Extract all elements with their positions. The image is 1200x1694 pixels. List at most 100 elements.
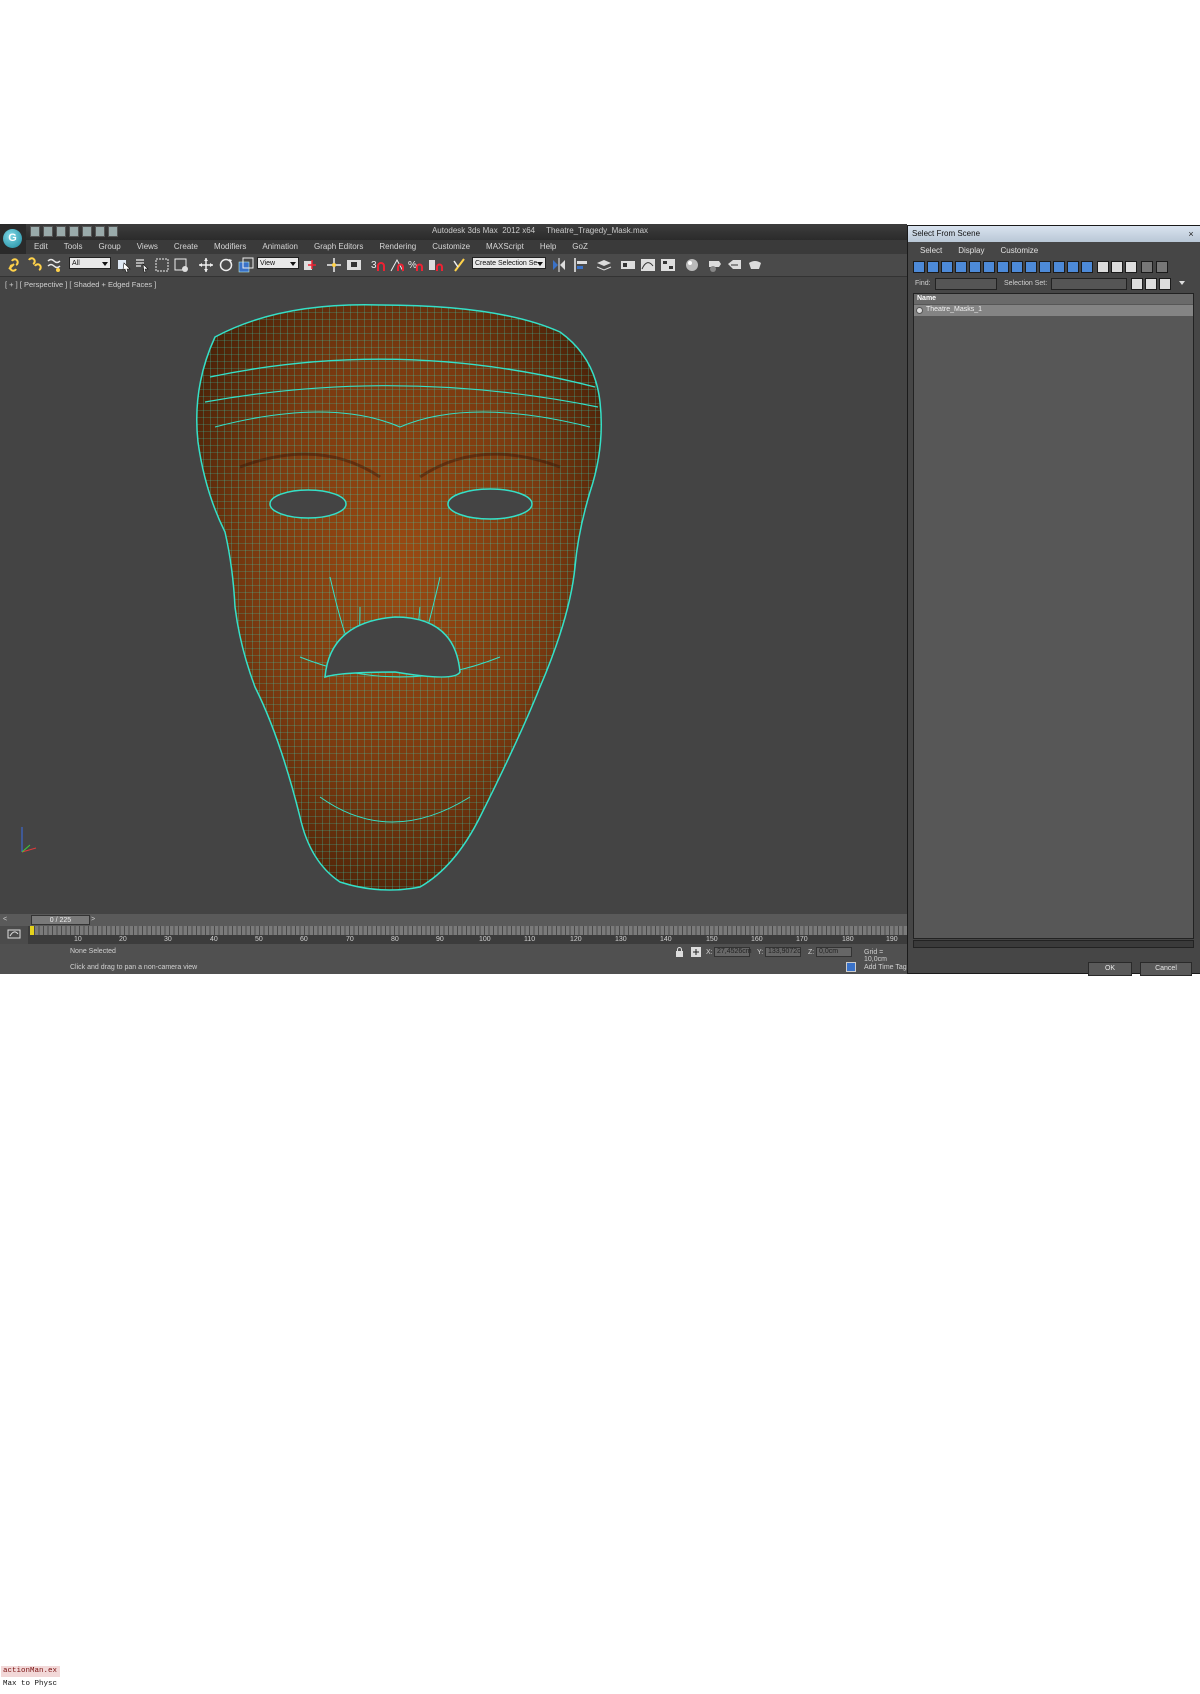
display-frozen-icon[interactable]	[1053, 261, 1065, 273]
spinner-snap-toggle-icon[interactable]	[428, 257, 444, 273]
mirror-icon[interactable]	[551, 257, 567, 273]
display-lights-icon[interactable]	[941, 261, 953, 273]
display-all-icon[interactable]	[1081, 261, 1093, 273]
z-coord-field[interactable]: 0,0cm	[816, 947, 852, 957]
render-setup-icon[interactable]	[707, 257, 723, 273]
menu-goz[interactable]: GoZ	[564, 240, 596, 254]
display-containers-icon[interactable]	[1039, 261, 1051, 273]
display-groups-icon[interactable]	[997, 261, 1009, 273]
material-editor-icon[interactable]	[684, 257, 700, 273]
perspective-viewport[interactable]: [ + ] [ Perspective ] [ Shaded + Edged F…	[0, 277, 907, 914]
keyboard-shortcut-override-icon[interactable]	[346, 257, 362, 273]
selection-set-remove-icon[interactable]	[1159, 278, 1171, 290]
select-and-manipulate-icon[interactable]	[326, 257, 342, 273]
display-space-warps-icon[interactable]	[983, 261, 995, 273]
menu-customize[interactable]: Customize	[424, 240, 478, 254]
menu-edit[interactable]: Edit	[26, 240, 56, 254]
list-item[interactable]: Theatre_Masks_1	[914, 305, 1193, 316]
menu-modifiers[interactable]: Modifiers	[206, 240, 254, 254]
edit-named-selection-icon[interactable]	[452, 257, 468, 273]
display-helpers-icon[interactable]	[969, 261, 981, 273]
selection-set-add-icon[interactable]	[1145, 278, 1157, 290]
undo-icon[interactable]	[69, 226, 79, 237]
select-and-link-icon[interactable]	[6, 257, 22, 273]
maxscript-input-line[interactable]: Max to Physc	[1, 1679, 60, 1690]
curve-editor-icon[interactable]	[640, 257, 656, 273]
unlink-selection-icon[interactable]	[26, 257, 42, 273]
select-and-scale-icon[interactable]	[238, 257, 254, 273]
save-file-icon[interactable]	[56, 226, 66, 237]
layer-manager-icon[interactable]	[596, 257, 612, 273]
open-file-icon[interactable]	[43, 226, 53, 237]
bind-space-warp-icon[interactable]	[46, 257, 62, 273]
graphite-ribbon-icon[interactable]	[620, 257, 636, 273]
percent-snap-toggle-icon[interactable]: %	[408, 257, 424, 273]
display-cameras-icon[interactable]	[955, 261, 967, 273]
window-crossing-icon[interactable]	[173, 257, 189, 273]
mini-curve-editor-icon[interactable]	[0, 926, 28, 944]
maxscript-output-line[interactable]: actionMan.ex	[1, 1666, 60, 1677]
use-pivot-center-icon[interactable]	[302, 257, 318, 273]
select-by-name-icon[interactable]	[134, 257, 150, 273]
cancel-button[interactable]: Cancel	[1140, 962, 1192, 976]
schematic-view-icon[interactable]	[660, 257, 676, 273]
display-shapes-icon[interactable]	[927, 261, 939, 273]
select-all-icon[interactable]	[1125, 261, 1137, 273]
display-bones-icon[interactable]	[1025, 261, 1037, 273]
dialog-menu-select[interactable]: Select	[912, 244, 950, 258]
name-column-header[interactable]: Name	[914, 294, 1193, 304]
maxscript-listener[interactable]: actionMan.ex Max to Physc	[0, 1664, 62, 1694]
named-selection-sets-dropdown[interactable]: Create Selection Se	[472, 257, 546, 269]
menu-group[interactable]: Group	[90, 240, 128, 254]
qat-dropdown-icon[interactable]	[108, 226, 118, 237]
selection-set-icon[interactable]	[1131, 278, 1143, 290]
display-hidden-icon[interactable]	[1067, 261, 1079, 273]
menu-help[interactable]: Help	[532, 240, 564, 254]
redo-icon[interactable]	[82, 226, 92, 237]
render-production-icon[interactable]	[747, 257, 763, 273]
close-icon[interactable]: ×	[1186, 229, 1196, 239]
dialog-menu-customize[interactable]: Customize	[992, 244, 1046, 258]
time-tag-icon[interactable]	[846, 962, 856, 972]
x-coord-field[interactable]: 27,4526cm	[714, 947, 752, 957]
menu-tools[interactable]: Tools	[56, 240, 91, 254]
find-input[interactable]	[935, 278, 997, 290]
menu-rendering[interactable]: Rendering	[371, 240, 424, 254]
ok-button[interactable]: OK	[1088, 962, 1132, 976]
time-next-button[interactable]: >	[91, 916, 95, 923]
display-geometry-icon[interactable]	[913, 261, 925, 273]
options-chevron-down-icon[interactable]	[1179, 281, 1185, 285]
absolute-mode-icon[interactable]	[691, 947, 701, 957]
rectangular-selection-icon[interactable]	[154, 257, 170, 273]
application-button[interactable]: G	[0, 224, 26, 254]
scene-object-list[interactable]: Name Theatre_Masks_1	[913, 293, 1194, 939]
new-file-icon[interactable]	[30, 226, 40, 237]
selection-lock-icon[interactable]	[675, 947, 684, 957]
snaps-toggle-icon[interactable]: 3	[370, 257, 386, 273]
filter-options-icon[interactable]	[1156, 261, 1168, 273]
select-object-icon[interactable]	[116, 257, 132, 273]
menu-maxscript[interactable]: MAXScript	[478, 240, 532, 254]
menu-views[interactable]: Views	[129, 240, 166, 254]
list-horizontal-scrollbar[interactable]	[913, 940, 1194, 948]
filter-icon[interactable]	[1141, 261, 1153, 273]
reference-coordinate-dropdown[interactable]: View	[257, 257, 299, 269]
dialog-menu-display[interactable]: Display	[950, 244, 992, 258]
selection-filter-dropdown[interactable]: All	[69, 257, 111, 269]
select-and-rotate-icon[interactable]	[218, 257, 234, 273]
selection-set-dropdown[interactable]	[1051, 278, 1127, 290]
display-none-icon[interactable]	[1097, 261, 1109, 273]
y-coord-field[interactable]: 133,9072c	[765, 947, 801, 957]
rendered-frame-window-icon[interactable]	[727, 257, 743, 273]
menu-create[interactable]: Create	[166, 240, 206, 254]
angle-snap-toggle-icon[interactable]	[389, 257, 405, 273]
project-folder-icon[interactable]	[95, 226, 105, 237]
menu-graph-editors[interactable]: Graph Editors	[306, 240, 371, 254]
align-icon[interactable]	[573, 257, 589, 273]
menu-animation[interactable]: Animation	[254, 240, 306, 254]
track-bar[interactable]: 10 20 30 40 50 60 70 80 90 100 110 120 1…	[0, 926, 907, 944]
time-prev-button[interactable]: <	[3, 916, 7, 923]
select-and-move-icon[interactable]	[198, 257, 214, 273]
time-slider[interactable]: 0 / 225	[31, 915, 90, 925]
display-xrefs-icon[interactable]	[1011, 261, 1023, 273]
